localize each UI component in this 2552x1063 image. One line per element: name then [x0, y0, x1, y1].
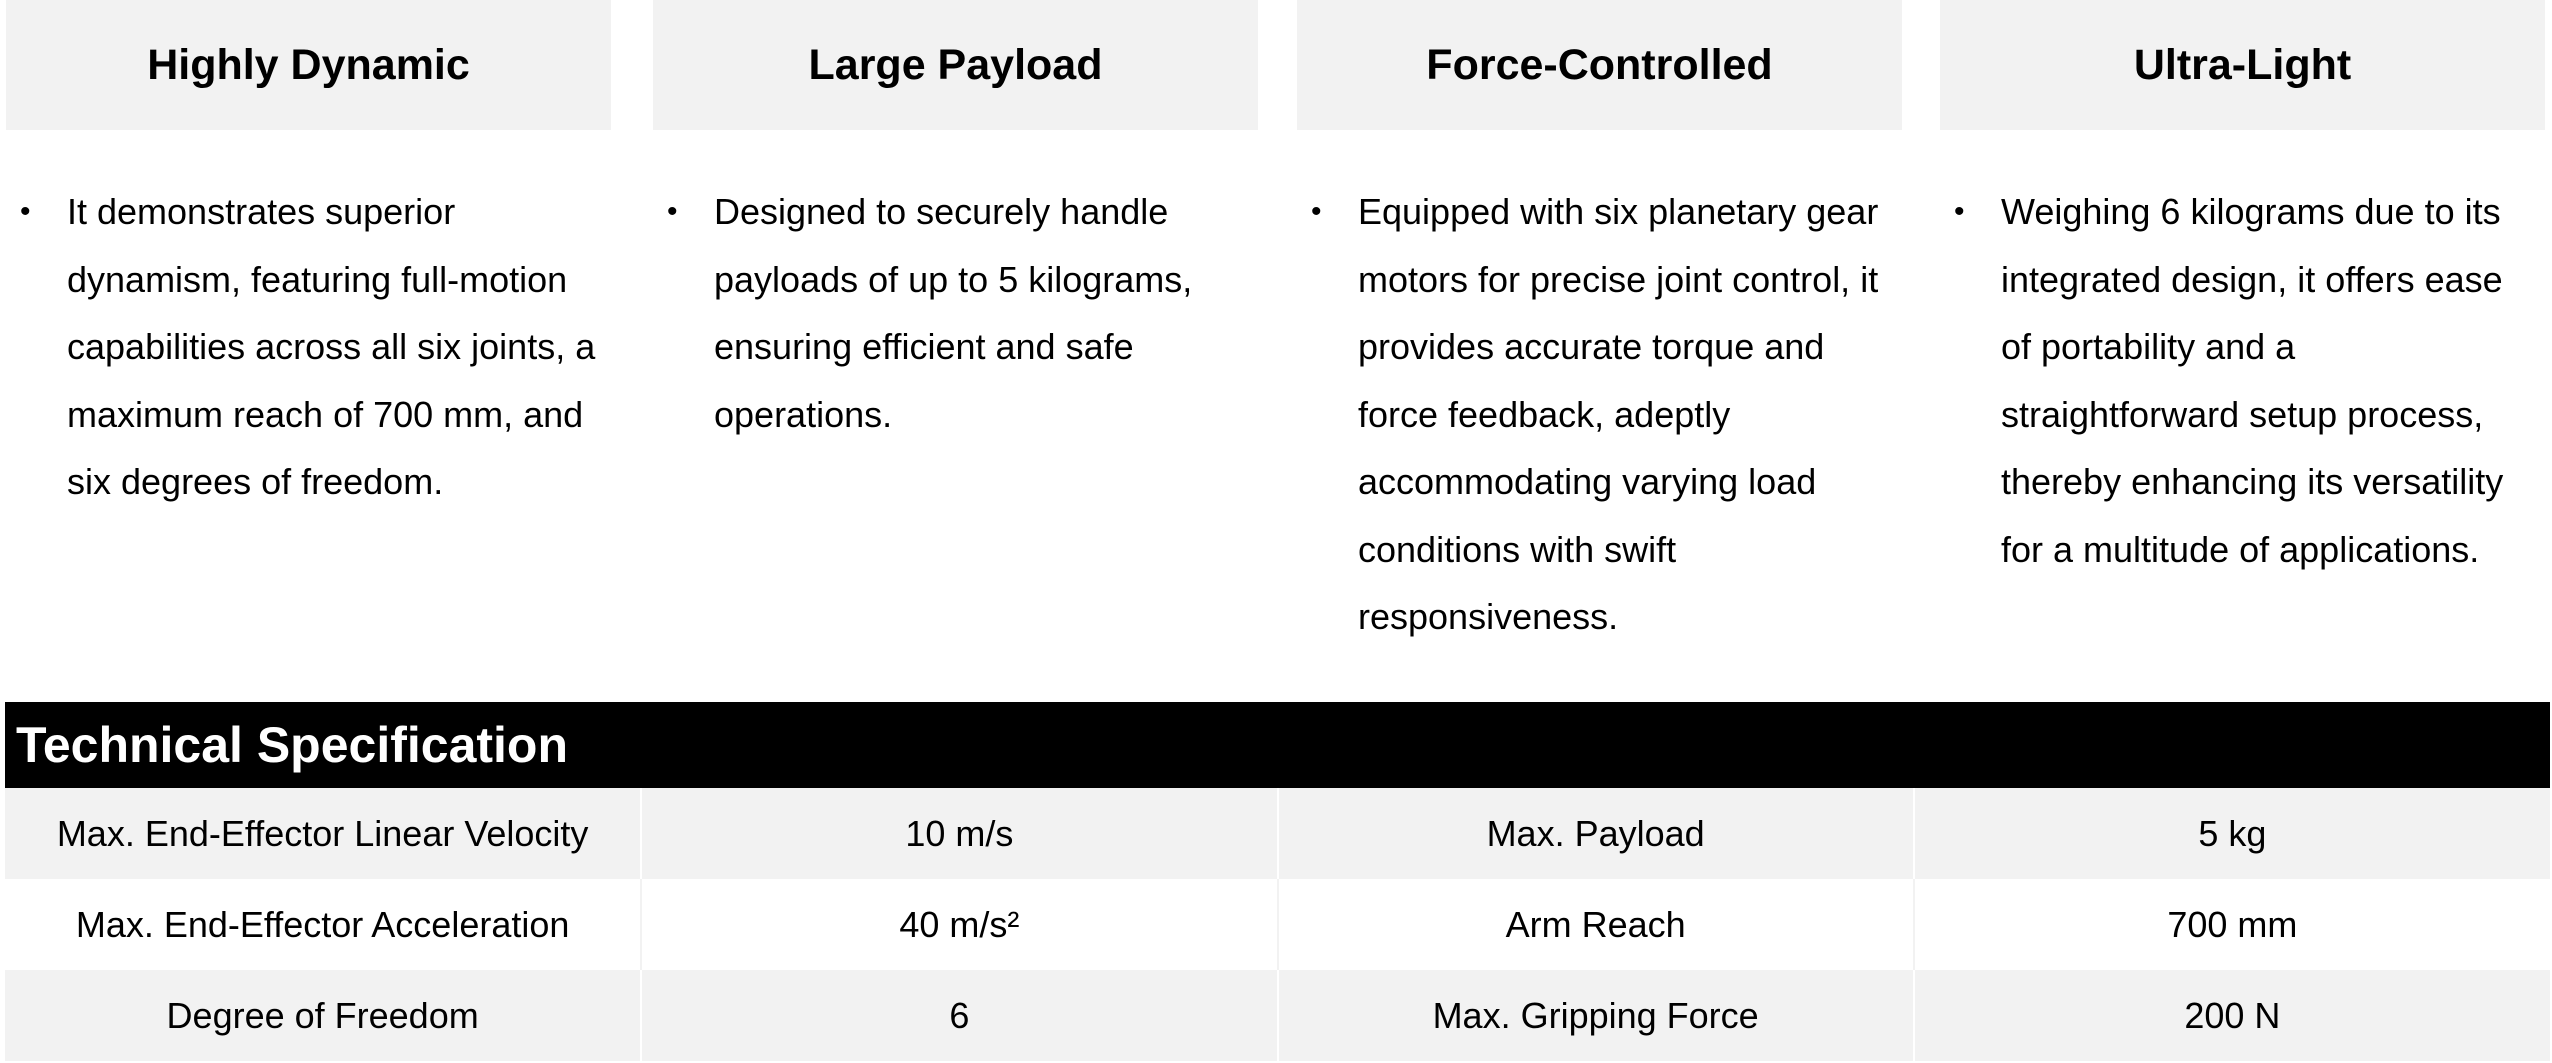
bullet-icon: • — [667, 195, 678, 228]
spec-label: Max. Payload — [1277, 788, 1915, 879]
list-item: • It demonstrates superior dynamism, fea… — [6, 178, 611, 516]
bullet-icon: • — [1954, 195, 1965, 228]
feature-list: • Designed to securely handle payloads o… — [653, 178, 1258, 448]
spec-label: Arm Reach — [1277, 879, 1915, 970]
spec-table: Max. End-Effector Linear Velocity 10 m/s… — [5, 788, 2550, 1061]
spec-value: 700 mm — [1913, 879, 2550, 970]
feature-text: Weighing 6 kilograms due to its integrat… — [2001, 191, 2504, 570]
table-row: Max. End-Effector Acceleration 40 m/s² A… — [5, 879, 2550, 970]
feature-text: Equipped with six planetary gear motors … — [1358, 191, 1879, 637]
spec-label: Max. End-Effector Acceleration — [5, 879, 643, 970]
table-row: Max. End-Effector Linear Velocity 10 m/s… — [5, 788, 2550, 879]
feature-title: Highly Dynamic — [6, 0, 611, 130]
spec-title-bar: Technical Specification — [5, 702, 2550, 788]
feature-list: • Weighing 6 kilograms due to its integr… — [1940, 178, 2545, 583]
table-row: Degree of Freedom 6 Max. Gripping Force … — [5, 970, 2550, 1061]
bullet-icon: • — [20, 195, 31, 228]
spec-value: 40 m/s² — [641, 879, 1279, 970]
spec-value: 200 N — [1913, 970, 2550, 1061]
feature-ultra-light: Ultra-Light • Weighing 6 kilograms due t… — [1940, 0, 2545, 570]
spec-value: 6 — [641, 970, 1279, 1061]
feature-section: Highly Dynamic • It demonstrates superio… — [0, 0, 2552, 690]
feature-title: Ultra-Light — [1940, 0, 2545, 130]
bullet-icon: • — [1311, 195, 1322, 228]
spec-label: Degree of Freedom — [5, 970, 643, 1061]
feature-list: • It demonstrates superior dynamism, fea… — [6, 178, 611, 516]
list-item: • Weighing 6 kilograms due to its integr… — [1940, 178, 2545, 583]
spec-value: 5 kg — [1913, 788, 2550, 879]
feature-text: Designed to securely handle payloads of … — [714, 191, 1193, 435]
list-item: • Designed to securely handle payloads o… — [653, 178, 1258, 448]
feature-text: It demonstrates superior dynamism, featu… — [67, 191, 596, 502]
list-item: • Equipped with six planetary gear motor… — [1297, 178, 1902, 651]
feature-list: • Equipped with six planetary gear motor… — [1297, 178, 1902, 651]
feature-title: Force-Controlled — [1297, 0, 1902, 130]
feature-large-payload: Large Payload • Designed to securely han… — [653, 0, 1258, 435]
spec-label: Max. End-Effector Linear Velocity — [5, 788, 643, 879]
feature-title: Large Payload — [653, 0, 1258, 130]
spec-value: 10 m/s — [641, 788, 1279, 879]
spec-label: Max. Gripping Force — [1277, 970, 1915, 1061]
feature-highly-dynamic: Highly Dynamic • It demonstrates superio… — [6, 0, 611, 502]
feature-force-controlled: Force-Controlled • Equipped with six pla… — [1297, 0, 1902, 637]
